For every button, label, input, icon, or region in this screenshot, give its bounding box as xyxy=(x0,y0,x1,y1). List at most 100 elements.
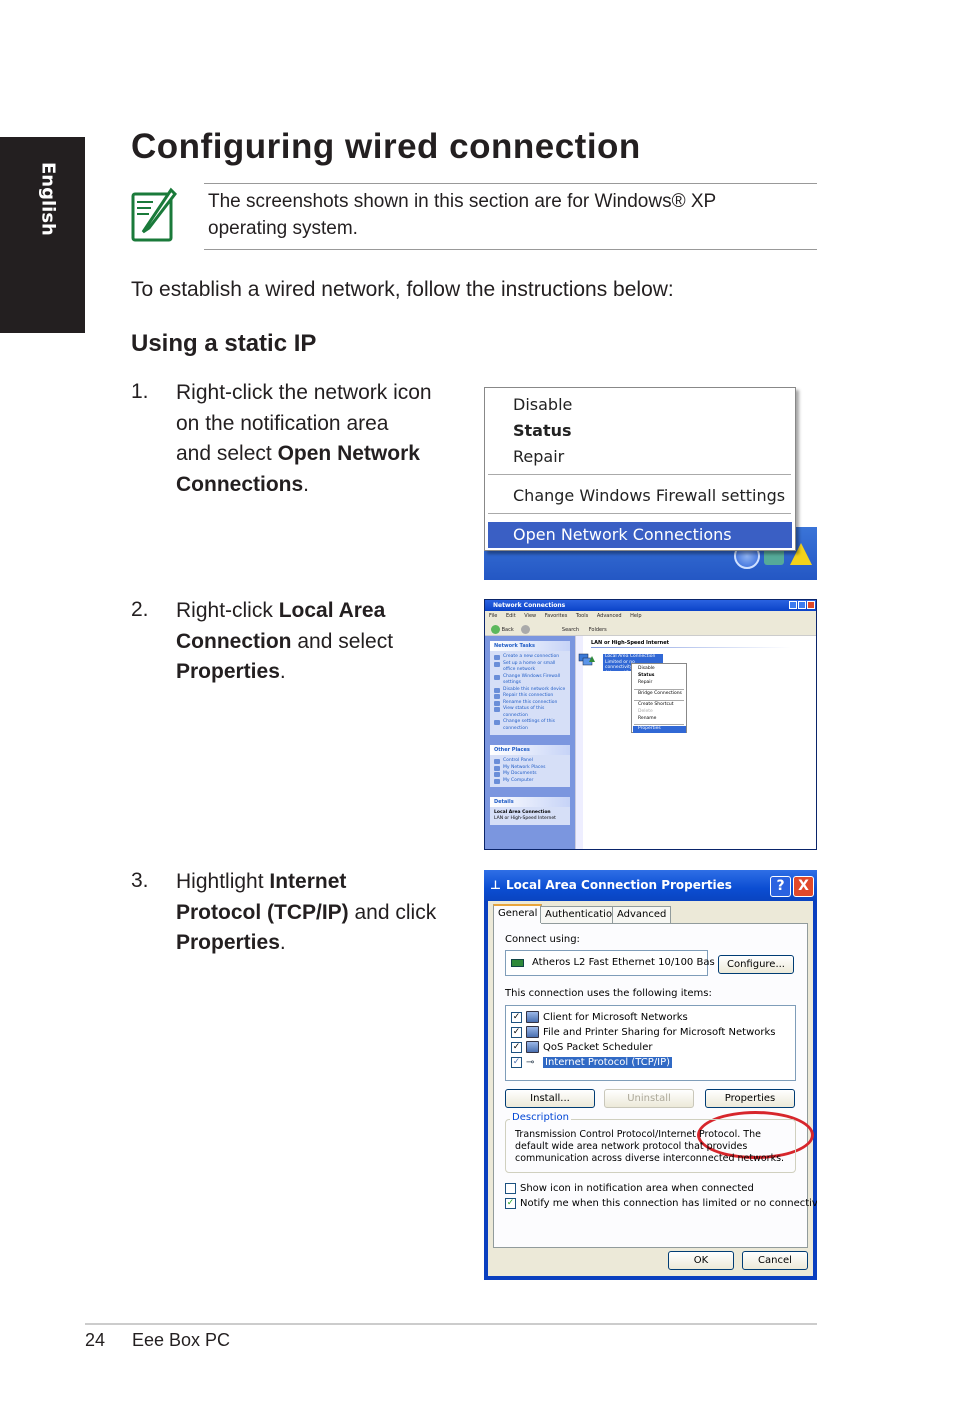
note-top-rule xyxy=(204,183,817,184)
step-1-text: Right-click the network icon on the noti… xyxy=(176,381,432,496)
step-1-number: 1. xyxy=(131,380,149,403)
ctx-delete: Delete xyxy=(638,709,653,714)
lan-connection-icon[interactable] xyxy=(578,652,596,670)
ctx-properties[interactable]: Properties xyxy=(633,726,686,733)
ctx-separator xyxy=(634,689,684,690)
list-item-selected[interactable]: ✓ ⊸ Internet Protocol (TCP/IP) xyxy=(511,1055,673,1069)
menu-favorites[interactable]: Favorites xyxy=(545,613,568,619)
client-icon xyxy=(526,1011,539,1023)
menu-item-firewall[interactable]: Change Windows Firewall settings xyxy=(513,486,785,505)
properties-button[interactable]: Properties xyxy=(705,1089,795,1108)
cancel-button[interactable]: Cancel xyxy=(742,1251,808,1270)
step-3-text: Hightlight Internet Protocol (TCP/IP) an… xyxy=(176,870,437,954)
note-text: The screenshots shown in this section ar… xyxy=(208,191,717,239)
step-2-number: 2. xyxy=(131,598,149,621)
search-button[interactable]: Search xyxy=(562,627,579,633)
help-button[interactable]: ? xyxy=(770,876,791,897)
page-title: Configuring wired connection xyxy=(131,127,641,166)
show-icon-checkbox[interactable] xyxy=(505,1183,516,1194)
connection-context-menu: Disable Status Repair Bridge Connections… xyxy=(631,663,687,733)
install-button[interactable]: Install... xyxy=(505,1089,595,1108)
list-item[interactable]: ✓ File and Printer Sharing for Microsoft… xyxy=(511,1025,776,1039)
product-name: Eee Box PC xyxy=(132,1330,231,1350)
network-card-icon xyxy=(511,959,524,967)
configure-button[interactable]: Configure... xyxy=(718,955,794,974)
ctx-disable[interactable]: Disable xyxy=(638,666,655,671)
checkbox[interactable]: ✓ xyxy=(511,1026,522,1038)
other-places-panel: Other Places Control Panel My Network Pl… xyxy=(490,745,570,787)
language-side-tab: English xyxy=(0,137,85,333)
language-label: English xyxy=(37,162,59,236)
menu-view[interactable]: View xyxy=(524,613,536,619)
menu-separator xyxy=(488,474,791,475)
tab-advanced[interactable]: Advanced xyxy=(612,906,672,923)
service-icon xyxy=(526,1026,539,1038)
screenshot-network-connections: Network Connections File Edit View Favor… xyxy=(484,599,817,850)
ctx-repair[interactable]: Repair xyxy=(638,680,652,685)
dialog-titlebar: ⊥ Local Area Connection Properties xyxy=(484,870,817,901)
step-3-number: 3. xyxy=(131,869,149,892)
menu-item-repair[interactable]: Repair xyxy=(513,447,564,466)
toolbar: Back Search Folders xyxy=(485,620,816,636)
ctx-create-shortcut[interactable]: Create Shortcut xyxy=(638,702,674,707)
checkbox[interactable]: ✓ xyxy=(511,1011,522,1023)
menu-file[interactable]: File xyxy=(489,613,497,619)
task-link[interactable]: Change settings of this connection xyxy=(494,719,566,732)
tab-general[interactable]: General xyxy=(493,904,543,924)
service-icon xyxy=(526,1041,539,1053)
intro-text: To establish a wired network, follow the… xyxy=(131,278,674,301)
checkbox[interactable]: ✓ xyxy=(511,1056,522,1068)
menu-tools[interactable]: Tools xyxy=(576,613,588,619)
close-button[interactable]: X xyxy=(793,876,814,897)
place-link[interactable]: My Computer xyxy=(494,778,566,785)
forward-icon[interactable] xyxy=(521,625,531,634)
page-number: 24 xyxy=(85,1330,106,1350)
folders-button[interactable]: Folders xyxy=(589,627,607,633)
task-link[interactable]: View status of this connection xyxy=(494,706,566,719)
description-text: Transmission Control Protocol/Internet P… xyxy=(515,1129,785,1164)
notify-option[interactable]: ✓ Notify me when this connection has lim… xyxy=(505,1198,817,1209)
menu-separator xyxy=(488,513,791,514)
section-heading: Using a static IP xyxy=(131,330,317,357)
checkbox[interactable]: ✓ xyxy=(511,1041,522,1053)
task-pane: Network Tasks Create a new connection Se… xyxy=(485,636,575,849)
screenshot-lan-properties: ⊥ Local Area Connection Properties ? X G… xyxy=(484,870,817,1280)
adapter-name: Atheros L2 Fast Ethernet 10/100 Bas xyxy=(532,957,715,968)
ctx-status[interactable]: Status xyxy=(638,673,654,678)
screenshot-tray-menu: Disable Status Repair Change Windows Fir… xyxy=(484,387,817,580)
adapter-field: Atheros L2 Fast Ethernet 10/100 Bas xyxy=(505,950,715,976)
back-icon[interactable] xyxy=(491,625,500,634)
items-label: This connection uses the following items… xyxy=(505,988,712,999)
ctx-bridge[interactable]: Bridge Connections xyxy=(638,691,682,696)
menu-item-disable[interactable]: Disable xyxy=(513,395,572,414)
uninstall-button: Uninstall xyxy=(604,1089,694,1108)
ctx-separator xyxy=(634,724,684,725)
show-icon-option[interactable]: Show icon in notification area when conn… xyxy=(505,1183,754,1194)
list-item[interactable]: ✓ QoS Packet Scheduler xyxy=(511,1040,652,1054)
menu-help[interactable]: Help xyxy=(630,613,641,619)
task-link[interactable]: Change Windows Firewall settings xyxy=(494,674,566,687)
close-icon[interactable] xyxy=(807,601,815,609)
back-button[interactable]: Back xyxy=(502,627,514,633)
note-bottom-rule xyxy=(204,249,817,250)
tab-authentication[interactable]: Authentication xyxy=(540,906,624,923)
connect-using-label: Connect using: xyxy=(505,934,580,945)
menu-edit[interactable]: Edit xyxy=(506,613,516,619)
ok-button[interactable]: OK xyxy=(668,1251,734,1270)
group-rule xyxy=(591,647,791,648)
menu-item-status[interactable]: Status xyxy=(513,421,572,440)
list-item[interactable]: ✓ Client for Microsoft Networks xyxy=(511,1010,688,1024)
task-link[interactable]: Set up a home or small office network xyxy=(494,661,566,674)
protocol-icon: ⊸ xyxy=(526,1056,535,1068)
details-panel: Details Local Area Connection LAN or Hig… xyxy=(490,797,570,825)
dialog-body: General Authentication Advanced Connect … xyxy=(488,901,817,1276)
notify-checkbox[interactable]: ✓ xyxy=(505,1198,516,1209)
network-tasks-panel: Network Tasks Create a new connection Se… xyxy=(490,641,570,735)
menu-advanced[interactable]: Advanced xyxy=(597,613,622,619)
minimize-icon[interactable] xyxy=(789,601,797,609)
menu-item-open-network-connections[interactable]: Open Network Connections xyxy=(513,525,732,544)
network-plug-icon: ⊥ xyxy=(490,878,501,892)
maximize-icon[interactable] xyxy=(798,601,806,609)
footer-rule xyxy=(85,1323,817,1325)
ctx-rename[interactable]: Rename xyxy=(638,716,656,721)
